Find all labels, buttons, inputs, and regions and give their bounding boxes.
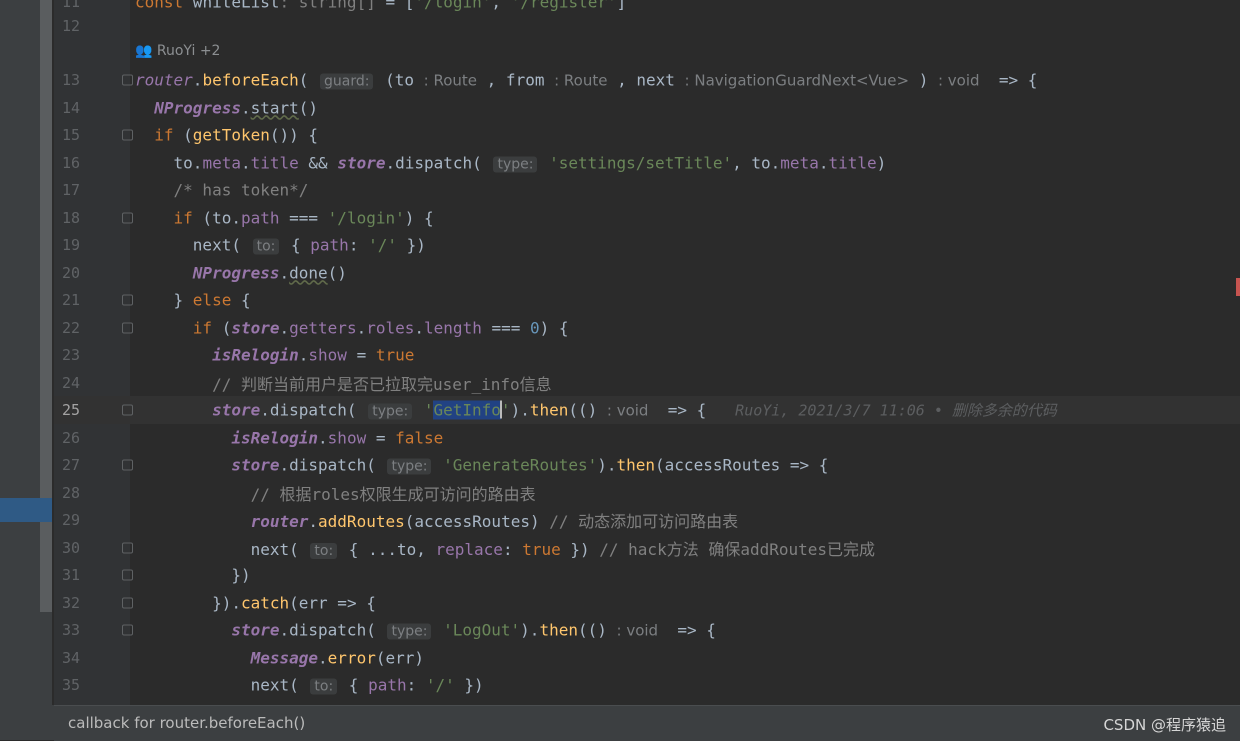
- code-text[interactable]: if (store.getters.roles.length === 0) {: [135, 318, 569, 337]
- text-caret: [499, 400, 502, 419]
- status-bar: callback for router.beforeEach() CSDN @程…: [54, 705, 1240, 741]
- code-line[interactable]: 14 NProgress.start(): [54, 94, 1240, 122]
- code-text[interactable]: Message.error(err): [135, 648, 424, 667]
- line-number[interactable]: 35: [54, 676, 80, 694]
- line-number[interactable]: 32: [54, 594, 80, 612]
- code-line[interactable]: 28 // 根据roles权限生成可访问的路由表: [54, 479, 1240, 507]
- code-text[interactable]: }): [135, 565, 250, 584]
- code-text[interactable]: store.dispatch( type: 'LogOut').then(() …: [135, 620, 716, 640]
- code-line[interactable]: 12: [54, 12, 1240, 40]
- code-line[interactable]: 32 }).catch(err => {: [54, 589, 1240, 617]
- code-line[interactable]: 23 isRelogin.show = true: [54, 341, 1240, 369]
- code-text[interactable]: NProgress.done(): [135, 263, 347, 282]
- line-number[interactable]: 16: [54, 154, 80, 172]
- code-text[interactable]: NProgress.start(): [135, 98, 318, 117]
- code-text[interactable]: isRelogin.show = false: [135, 428, 443, 447]
- line-number[interactable]: 18: [54, 209, 80, 227]
- code-text[interactable]: const whiteList: string[] = ['/login', '…: [135, 0, 626, 11]
- code-text[interactable]: router.addRoutes(accessRoutes) // 动态添加可访…: [135, 508, 739, 532]
- code-line[interactable]: 27 store.dispatch( type: 'GenerateRoutes…: [54, 451, 1240, 479]
- error-stripe-marker[interactable]: [1236, 278, 1240, 296]
- line-number[interactable]: 19: [54, 236, 80, 254]
- code-text[interactable]: if (to.path === '/login') {: [135, 208, 434, 227]
- code-text[interactable]: }).catch(err => {: [135, 593, 376, 612]
- code-line[interactable]: 30 next( to: { ...to, replace: true }) /…: [54, 534, 1240, 562]
- code-text[interactable]: // 判断当前用户是否已拉取完user_info信息: [135, 371, 552, 395]
- code-text[interactable]: to.meta.title && store.dispatch( type: '…: [135, 153, 886, 173]
- line-number[interactable]: 29: [54, 511, 80, 529]
- watermark: CSDN @程序猿追: [1103, 716, 1226, 734]
- code-text[interactable]: // 根据roles权限生成可访问的路由表: [135, 481, 536, 505]
- code-line[interactable]: 16 to.meta.title && store.dispatch( type…: [54, 149, 1240, 177]
- line-number[interactable]: 20: [54, 264, 80, 282]
- fold-icon[interactable]: [122, 322, 133, 334]
- fold-icon[interactable]: [122, 459, 133, 471]
- line-number[interactable]: 13: [54, 71, 80, 89]
- fold-icon[interactable]: [122, 542, 133, 554]
- fold-icon[interactable]: [122, 404, 133, 416]
- line-number[interactable]: 30: [54, 539, 80, 557]
- line-number[interactable]: 23: [54, 346, 80, 364]
- line-number[interactable]: 28: [54, 484, 80, 502]
- code-line[interactable]: 13 router.beforeEach( guard: (to : Route …: [54, 66, 1240, 94]
- author-hint[interactable]: 👥 RuoYi +2: [135, 43, 220, 59]
- fold-icon[interactable]: [122, 294, 133, 306]
- code-line[interactable]: 29 router.addRoutes(accessRoutes) // 动态添…: [54, 506, 1240, 534]
- code-text[interactable]: store.dispatch( type: 'GenerateRoutes').…: [135, 455, 828, 475]
- code-text[interactable]: /* has token*/: [135, 180, 309, 199]
- fold-icon[interactable]: [122, 597, 133, 609]
- line-number[interactable]: 14: [54, 99, 80, 117]
- code-line[interactable]: 19 next( to: { path: '/' }): [54, 231, 1240, 259]
- line-number[interactable]: 22: [54, 319, 80, 337]
- code-text[interactable]: next( to: { path: '/' }): [135, 235, 426, 255]
- line-number[interactable]: 33: [54, 621, 80, 639]
- code-line[interactable]: 34 Message.error(err): [54, 644, 1240, 672]
- people-icon: 👥: [135, 43, 153, 59]
- fold-icon[interactable]: [122, 74, 133, 86]
- code-text[interactable]: isRelogin.show = true: [135, 345, 414, 364]
- fold-icon[interactable]: [122, 129, 133, 141]
- line-number[interactable]: 25: [54, 401, 80, 419]
- code-line[interactable]: 35 next( to: { path: '/' }): [54, 671, 1240, 699]
- code-line[interactable]: 20 NProgress.done(): [54, 259, 1240, 287]
- code-text[interactable]: if (getToken()) {: [135, 125, 318, 144]
- code-text[interactable]: next( to: { ...to, replace: true }) // h…: [135, 536, 875, 560]
- fold-icon[interactable]: [122, 212, 133, 224]
- code-text[interactable]: router.beforeEach( guard: (to : Route , …: [135, 70, 1037, 90]
- tool-window-strip: [0, 0, 52, 740]
- code-line[interactable]: 33 store.dispatch( type: 'LogOut').then(…: [54, 616, 1240, 644]
- fold-icon[interactable]: [122, 569, 133, 581]
- line-number[interactable]: 24: [54, 374, 80, 392]
- line-number[interactable]: 12: [54, 17, 80, 35]
- code-line[interactable]: 15 if (getToken()) {: [54, 121, 1240, 149]
- code-line[interactable]: 17 /* has token*/: [54, 176, 1240, 204]
- bottom-left-corner: [0, 705, 54, 740]
- line-number[interactable]: 11: [54, 0, 80, 11]
- line-number[interactable]: 31: [54, 566, 80, 584]
- code-line[interactable]: 25 store.dispatch( type: 'GetInfo ').then…: [54, 396, 1240, 424]
- code-line[interactable]: 22 if (store.getters.roles.length === 0)…: [54, 314, 1240, 342]
- code-line[interactable]: 26 isRelogin.show = false: [54, 424, 1240, 452]
- line-number[interactable]: 17: [54, 181, 80, 199]
- code-text[interactable]: next( to: { path: '/' }): [135, 675, 484, 695]
- line-number[interactable]: 34: [54, 649, 80, 667]
- breadcrumb-status[interactable]: callback for router.beforeEach(): [68, 714, 305, 732]
- line-number[interactable]: 26: [54, 429, 80, 447]
- code-line[interactable]: 18 if (to.path === '/login') {: [54, 204, 1240, 232]
- project-selection-highlight: [0, 498, 52, 522]
- line-number[interactable]: 21: [54, 291, 80, 309]
- line-number[interactable]: 27: [54, 456, 80, 474]
- line-number[interactable]: 15: [54, 126, 80, 144]
- code-text[interactable]: } else {: [135, 290, 251, 309]
- code-line[interactable]: 31 }): [54, 561, 1240, 589]
- code-line[interactable]: 24 // 判断当前用户是否已拉取完user_info信息: [54, 369, 1240, 397]
- code-editor[interactable]: 11 const whiteList: string[] = ['/login',…: [54, 0, 1240, 705]
- code-line[interactable]: 21 } else {: [54, 286, 1240, 314]
- code-text[interactable]: store.dispatch( type: 'GetInfo ').then(()…: [135, 399, 1057, 420]
- fold-icon[interactable]: [122, 624, 133, 636]
